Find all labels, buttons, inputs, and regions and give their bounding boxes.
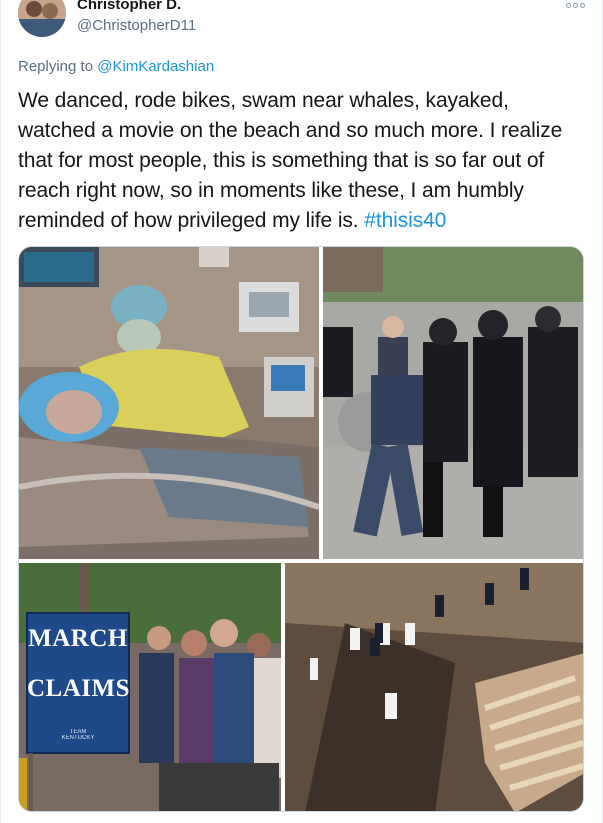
sign-footer-2: KENTUCKY	[61, 735, 95, 741]
more-options-icon[interactable]	[566, 0, 588, 10]
replying-to-line: Replying to @KimKardashian	[18, 58, 214, 75]
media-grid: MARCH CLAIMS TEAM KENTUCKY	[18, 246, 584, 812]
author-display-name[interactable]: Christopher D.	[77, 0, 181, 13]
sign-line-2: CLAIMS	[27, 675, 131, 702]
replying-to-label: Replying to	[18, 58, 94, 75]
avatar[interactable]	[18, 0, 66, 37]
photo-hospital[interactable]	[19, 247, 319, 559]
reply-mention-link[interactable]: @KimKardashian	[97, 58, 214, 75]
protest-sign: MARCH CLAIMS TEAM KENTUCKY	[27, 613, 131, 753]
sign-line-1: MARCH	[28, 625, 128, 652]
hashtag-link[interactable]: #thisis40	[364, 209, 446, 232]
author-handle[interactable]: @ChristopherD11	[77, 17, 196, 34]
photo-police[interactable]	[323, 247, 583, 559]
tweet-text: We danced, rode bikes, swam near whales,…	[18, 86, 588, 236]
photo-burial-site[interactable]	[285, 563, 583, 811]
tweet-body: We danced, rode bikes, swam near whales,…	[18, 89, 563, 232]
tweet-card: Christopher D. @ChristopherD11 Replying …	[0, 0, 603, 823]
